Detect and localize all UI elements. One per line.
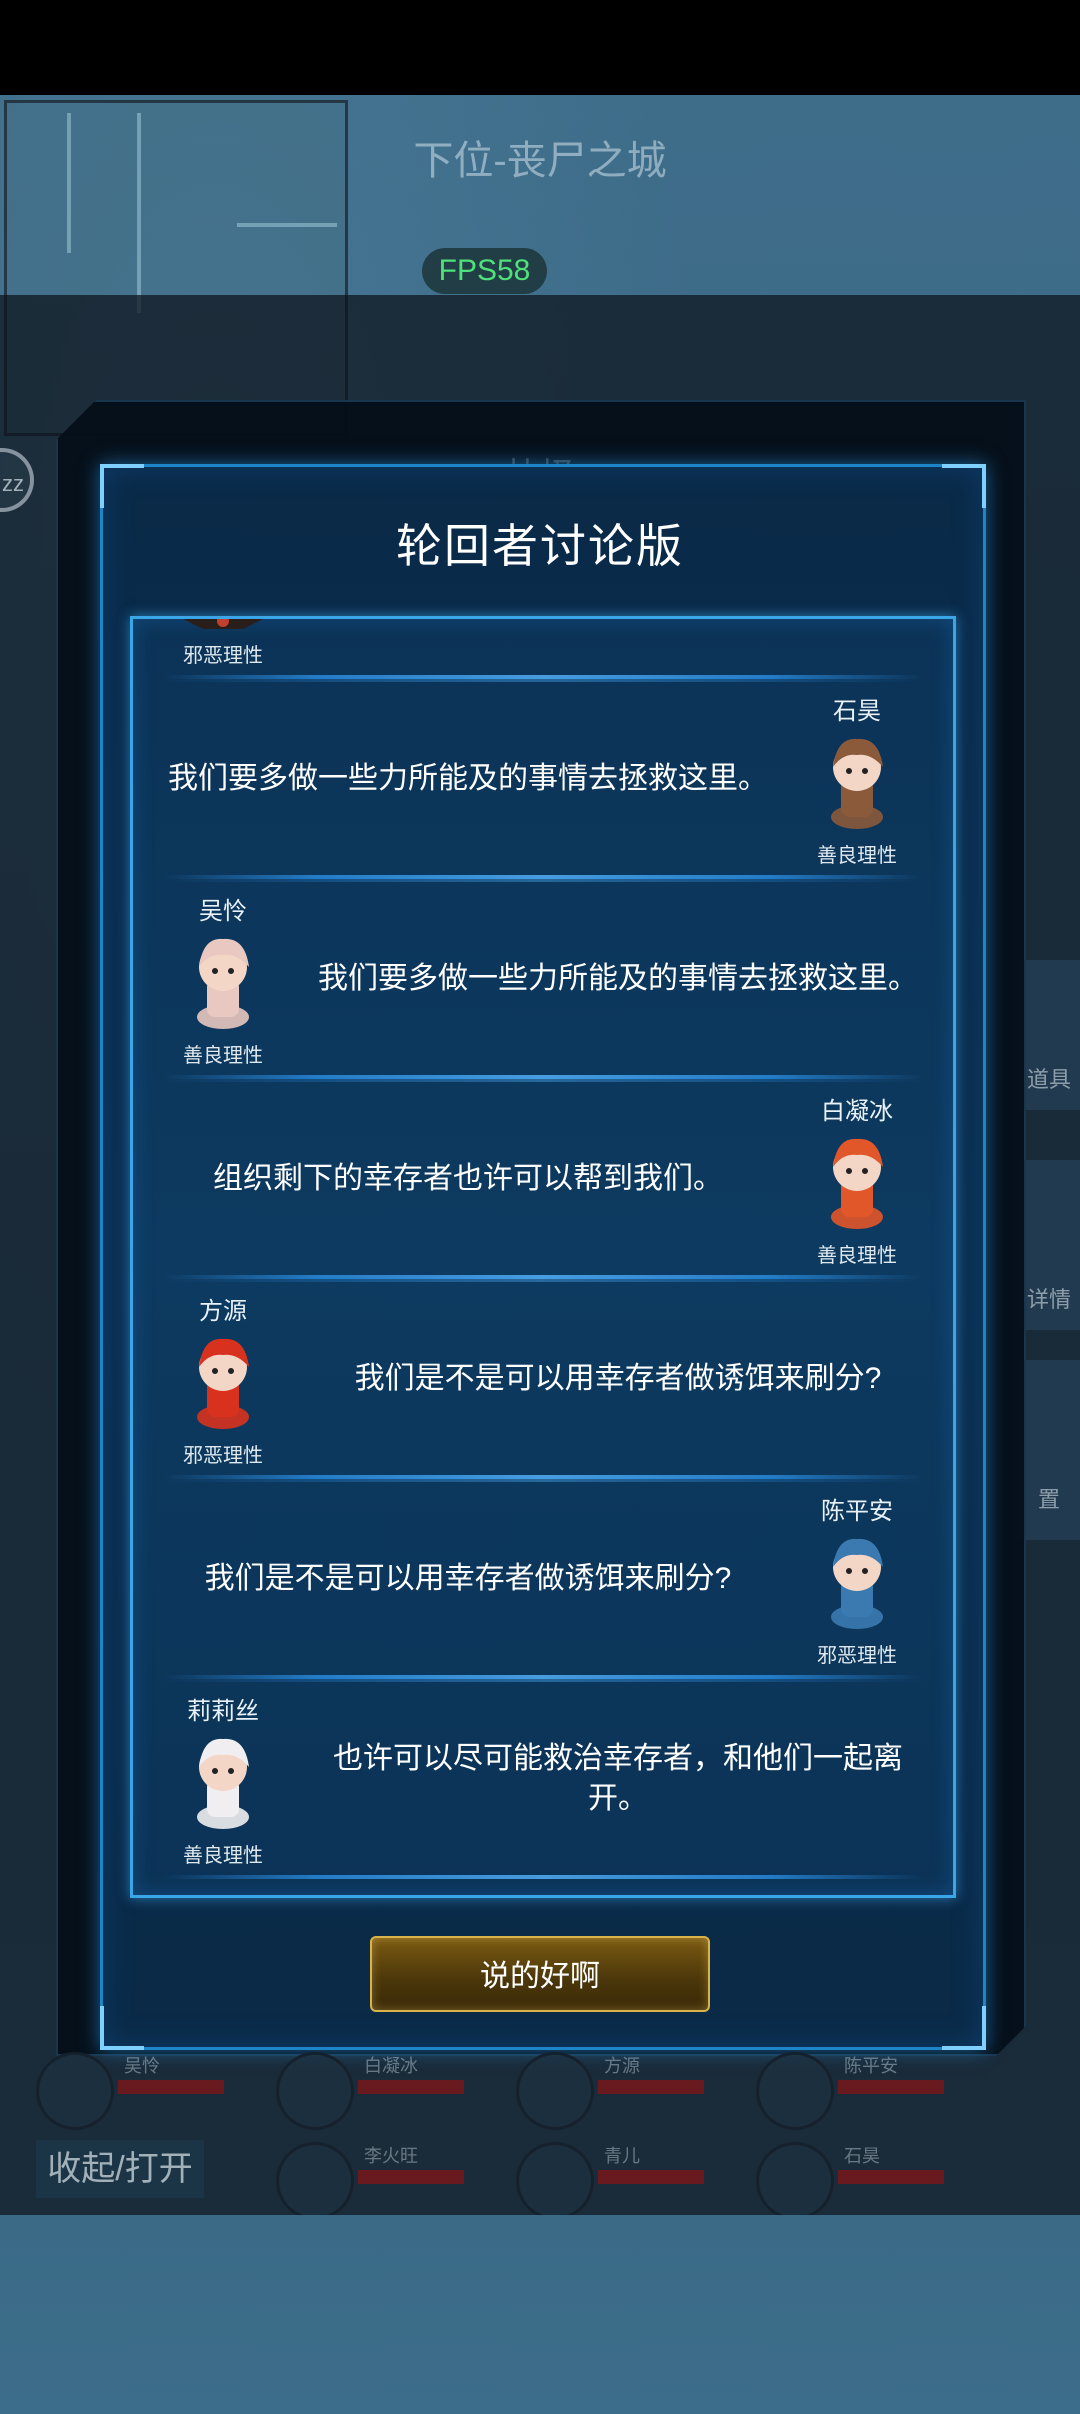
list-item: 邪恶理性 <box>133 619 953 679</box>
tab-settings[interactable]: 置 <box>1018 1360 1080 1540</box>
character-name: 石昊 <box>833 698 881 725</box>
team-member-name: 石昊 <box>844 2146 880 2166</box>
tab-items[interactable]: 道具 <box>1018 960 1080 1110</box>
health-bar <box>358 2170 464 2184</box>
separator <box>163 1279 923 1282</box>
avatar <box>516 2142 594 2220</box>
message-text: 也许可以尽可能救治幸存者，和他们一起离开。 <box>333 1742 903 1815</box>
character-trait: 邪恶理性 <box>817 1645 897 1667</box>
team-member[interactable]: 吴怜 <box>36 2052 256 2212</box>
dragon-boy-avatar[interactable] <box>807 1529 907 1629</box>
list-item: 陈平安邪恶理性 我们是不是可以用幸存者做诱饵来刷分? <box>133 1479 953 1679</box>
message-text: 组织剩下的幸存者也许可以帮到我们。 <box>213 1162 723 1195</box>
character-name: 吴怜 <box>199 898 247 925</box>
health-bar <box>838 2170 944 2184</box>
message-text: 我们是不是可以用幸存者做诱饵来刷分? <box>354 1362 882 1395</box>
character-trait: 善良理性 <box>817 1245 897 1267</box>
frame-corner <box>942 2006 986 2050</box>
bat-avatar <box>173 619 273 629</box>
team-member-name: 方源 <box>604 2056 640 2076</box>
list-item: 白凝冰善良理性 组织剩下的幸存者也许可以帮到我们。 <box>133 1079 953 1279</box>
health-bar <box>598 2170 704 2184</box>
message-list[interactable]: 邪恶理性 石昊 善良理性 我们要多做一些力所能及的事情去拯救这里。 吴怜 善良理性 我们要… <box>130 616 956 1898</box>
message-text: 我们要多做一些力所能及的事情去拯救这里。 <box>318 962 918 995</box>
character-trait: 善良理性 <box>183 1045 263 1067</box>
health-bar <box>358 2080 464 2094</box>
avatar <box>36 2052 114 2130</box>
fps-counter: FPS58 <box>422 248 547 294</box>
separator <box>163 1875 923 1879</box>
confirm-button[interactable]: 说的好啊 <box>370 1936 710 2012</box>
character-name: 莉莉丝 <box>187 1698 259 1725</box>
separator <box>163 679 923 682</box>
frame-corner <box>100 464 144 508</box>
fox-girl-avatar[interactable] <box>173 1729 273 1829</box>
character-trait: 善良理性 <box>183 1845 263 1867</box>
list-item: 石昊善良理性 我们要多做一些力所能及的事情去拯救这里。 <box>133 679 953 879</box>
health-bar <box>118 2080 224 2094</box>
avatar <box>276 2052 354 2130</box>
character-trait: 邪恶理性 <box>183 1445 263 1467</box>
list-item: 莉莉丝善良理性 也许可以尽可能救治幸存者，和他们一起离开。 <box>133 1679 953 1879</box>
team-member-name: 李火旺 <box>364 2146 418 2166</box>
health-bar <box>838 2080 944 2094</box>
list-item: 吴怜善良理性 我们要多做一些力所能及的事情去拯救这里。 <box>133 879 953 1079</box>
health-bar <box>598 2080 704 2094</box>
team-member-name: 吴怜 <box>124 2056 160 2076</box>
minimap-path <box>237 223 337 227</box>
character-name: 白凝冰 <box>821 1098 893 1125</box>
character-trait: 邪恶理性 <box>183 645 263 667</box>
team-member-name: 陈平安 <box>844 2056 898 2076</box>
team-member-name: 青儿 <box>604 2146 640 2166</box>
dialog-title: 轮回者讨论版 <box>396 520 684 572</box>
avatar <box>276 2142 354 2220</box>
frame-corner <box>100 2006 144 2050</box>
separator <box>163 1479 923 1482</box>
separator <box>163 1079 923 1082</box>
map-title: 下位-丧尸之城 <box>413 139 667 183</box>
flame-hair-avatar[interactable] <box>173 1329 273 1429</box>
tab-details[interactable]: 详情 <box>1018 1160 1080 1330</box>
avatar <box>756 2052 834 2130</box>
message-text: 我们要多做一些力所能及的事情去拯救这里。 <box>168 762 768 795</box>
fire-girl-avatar[interactable] <box>807 1129 907 1229</box>
character-name: 陈平安 <box>821 1498 893 1525</box>
message-text: 我们是不是可以用幸存者做诱饵来刷分? <box>204 1562 732 1595</box>
frame-corner <box>942 464 986 508</box>
game-map-background-bottom <box>0 2215 1080 2414</box>
sheep-girl-avatar[interactable] <box>173 929 273 1029</box>
character-trait: 善良理性 <box>817 845 897 867</box>
separator <box>163 1679 923 1682</box>
character-name: 方源 <box>199 1298 247 1325</box>
avatar <box>756 2142 834 2220</box>
avatar <box>516 2052 594 2130</box>
separator <box>163 879 923 882</box>
warrior-avatar[interactable] <box>807 729 907 829</box>
team-member-name: 白凝冰 <box>364 2056 418 2076</box>
list-item: 方源邪恶理性 我们是不是可以用幸存者做诱饵来刷分? <box>133 1279 953 1479</box>
